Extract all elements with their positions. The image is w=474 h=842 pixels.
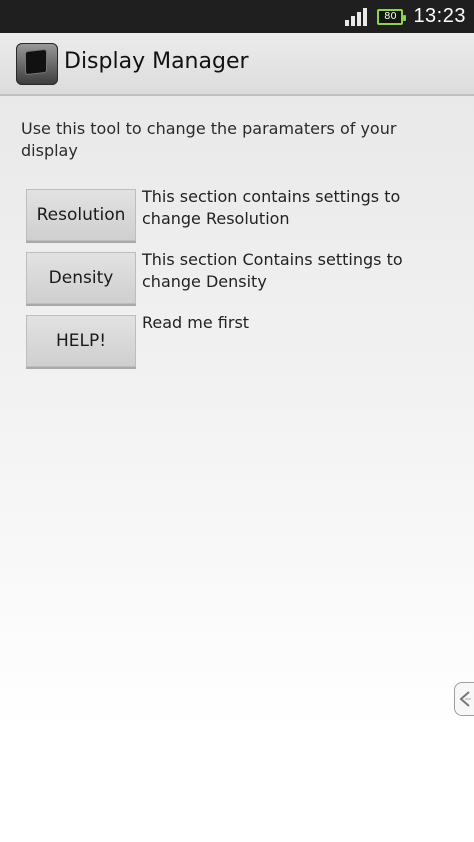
density-description: This section Contains settings to change… xyxy=(142,250,403,291)
resolution-button[interactable]: Resolution xyxy=(26,189,136,241)
density-button[interactable]: Density xyxy=(26,252,136,304)
edge-drawer-handle[interactable] xyxy=(454,682,474,716)
status-icons: 80 13:23 xyxy=(345,0,466,33)
help-button[interactable]: HELP! xyxy=(26,315,136,367)
monitor-app-icon[interactable] xyxy=(16,43,58,85)
battery-level: 80 xyxy=(384,11,397,22)
signal-strength-icon xyxy=(345,7,368,26)
status-time: 13:23 xyxy=(413,5,466,27)
status-bar: 80 13:23 xyxy=(0,0,474,33)
main-content: Use this tool to change the paramaters o… xyxy=(0,96,474,842)
chevron-left-icon xyxy=(458,691,471,707)
intro-text: Use this tool to change the paramaters o… xyxy=(21,119,397,160)
help-description: Read me first xyxy=(142,313,250,332)
battery-icon: 80 xyxy=(377,8,407,25)
app-title: Display Manager xyxy=(64,49,249,74)
action-bar: Display Manager xyxy=(0,33,474,96)
resolution-description: This section contains settings to change… xyxy=(142,187,401,228)
